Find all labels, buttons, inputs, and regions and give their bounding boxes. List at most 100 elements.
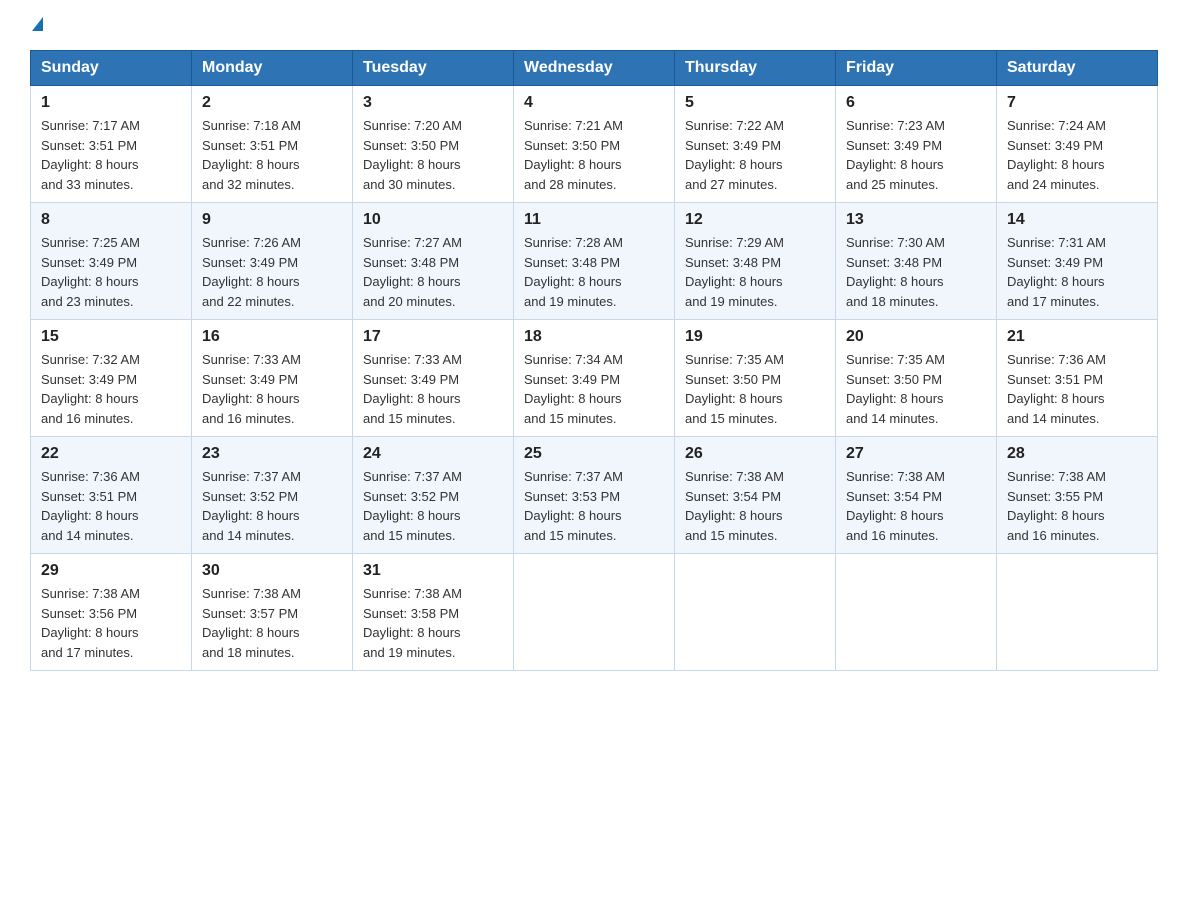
daylight-minutes: and 23 minutes. — [41, 294, 134, 309]
daylight-minutes: and 15 minutes. — [363, 528, 456, 543]
sunrise-info: Sunrise: 7:38 AM — [202, 586, 301, 601]
sunrise-info: Sunrise: 7:20 AM — [363, 118, 462, 133]
weekday-header-monday: Monday — [192, 51, 353, 86]
day-number: 20 — [846, 328, 986, 346]
daylight-minutes: and 25 minutes. — [846, 177, 939, 192]
day-number: 5 — [685, 94, 825, 112]
sunset-info: Sunset: 3:51 PM — [202, 138, 298, 153]
day-info: Sunrise: 7:25 AMSunset: 3:49 PMDaylight:… — [41, 233, 181, 311]
sunset-info: Sunset: 3:51 PM — [41, 138, 137, 153]
page-header — [30, 20, 1158, 34]
sunset-info: Sunset: 3:49 PM — [685, 138, 781, 153]
calendar-cell: 25Sunrise: 7:37 AMSunset: 3:53 PMDayligh… — [514, 437, 675, 554]
sunset-info: Sunset: 3:49 PM — [202, 255, 298, 270]
sunset-info: Sunset: 3:51 PM — [41, 489, 137, 504]
day-number: 28 — [1007, 445, 1147, 463]
sunrise-info: Sunrise: 7:27 AM — [363, 235, 462, 250]
calendar-cell: 29Sunrise: 7:38 AMSunset: 3:56 PMDayligh… — [31, 554, 192, 671]
day-info: Sunrise: 7:17 AMSunset: 3:51 PMDaylight:… — [41, 116, 181, 194]
calendar-cell: 26Sunrise: 7:38 AMSunset: 3:54 PMDayligh… — [675, 437, 836, 554]
sunrise-info: Sunrise: 7:24 AM — [1007, 118, 1106, 133]
sunrise-info: Sunrise: 7:28 AM — [524, 235, 623, 250]
day-number: 29 — [41, 562, 181, 580]
daylight-minutes: and 15 minutes. — [524, 411, 617, 426]
daylight-minutes: and 17 minutes. — [1007, 294, 1100, 309]
daylight-minutes: and 16 minutes. — [41, 411, 134, 426]
week-row-5: 29Sunrise: 7:38 AMSunset: 3:56 PMDayligh… — [31, 554, 1158, 671]
day-info: Sunrise: 7:27 AMSunset: 3:48 PMDaylight:… — [363, 233, 503, 311]
sunset-info: Sunset: 3:50 PM — [846, 372, 942, 387]
day-info: Sunrise: 7:38 AMSunset: 3:58 PMDaylight:… — [363, 584, 503, 662]
daylight-hours: Daylight: 8 hours — [846, 391, 944, 406]
day-info: Sunrise: 7:21 AMSunset: 3:50 PMDaylight:… — [524, 116, 664, 194]
day-number: 11 — [524, 211, 664, 229]
sunrise-info: Sunrise: 7:30 AM — [846, 235, 945, 250]
sunrise-info: Sunrise: 7:26 AM — [202, 235, 301, 250]
day-number: 8 — [41, 211, 181, 229]
day-number: 15 — [41, 328, 181, 346]
day-info: Sunrise: 7:37 AMSunset: 3:52 PMDaylight:… — [202, 467, 342, 545]
calendar-cell: 28 Sunrise: 7:38 AMSunset: 3:55 PMDayligh… — [997, 437, 1158, 554]
calendar-cell: 14Sunrise: 7:31 AMSunset: 3:49 PMDayligh… — [997, 203, 1158, 320]
calendar-header: SundayMondayTuesdayWednesdayThursdayFrid… — [31, 51, 1158, 86]
sunrise-info: Sunrise: 7:29 AM — [685, 235, 784, 250]
calendar-cell: 9Sunrise: 7:26 AMSunset: 3:49 PMDaylight… — [192, 203, 353, 320]
day-number: 6 — [846, 94, 986, 112]
day-info: Sunrise: 7:29 AM Sunset: 3:48 PM Daylight:… — [685, 233, 825, 311]
sunset-info: Sunset: 3:49 PM — [41, 255, 137, 270]
daylight-hours: Daylight: 8 hours — [685, 508, 783, 523]
calendar-cell: 19Sunrise: 7:35 AMSunset: 3:50 PMDayligh… — [675, 320, 836, 437]
day-number: 1 — [41, 94, 181, 112]
sunrise-info: Sunrise: 7:18 AM — [202, 118, 301, 133]
sunset-info: Sunset: 3:49 PM — [1007, 138, 1103, 153]
day-number: 30 — [202, 562, 342, 580]
sunset-info: Sunset: 3:52 PM — [363, 489, 459, 504]
daylight-hours: Daylight: 8 hours — [685, 391, 783, 406]
weekday-header-thursday: Thursday — [675, 51, 836, 86]
day-number: 2 — [202, 94, 342, 112]
day-number: 17 — [363, 328, 503, 346]
day-info: Sunrise: 7:33 AMSunset: 3:49 PMDaylight:… — [202, 350, 342, 428]
sunrise-info: Sunrise: 7:32 AM — [41, 352, 140, 367]
daylight-hours: Daylight: 8 hours — [524, 157, 622, 172]
daylight-minutes: and 19 minutes. — [363, 645, 456, 660]
day-number: 18 — [524, 328, 664, 346]
daylight-hours: Daylight: 8 hours — [363, 157, 461, 172]
daylight-minutes: and 19 minutes. — [524, 294, 617, 309]
sunset-info: Sunset: 3:52 PM — [202, 489, 298, 504]
daylight-minutes: and 14 minutes. — [1007, 411, 1100, 426]
day-info: Sunrise: 7:37 AMSunset: 3:53 PMDaylight:… — [524, 467, 664, 545]
day-info: Sunrise: 7:38 AMSunset: 3:55 PMDaylight:… — [1007, 467, 1147, 545]
calendar-cell: 27Sunrise: 7:38 AMSunset: 3:54 PMDayligh… — [836, 437, 997, 554]
calendar-cell: 4Sunrise: 7:21 AMSunset: 3:50 PMDaylight… — [514, 86, 675, 203]
daylight-hours: Daylight: 8 hours — [1007, 391, 1105, 406]
daylight-hours: Daylight: 8 hours — [1007, 508, 1105, 523]
sunset-info: Sunset: 3:54 PM — [685, 489, 781, 504]
sunrise-info: Sunrise: 7:35 AM — [846, 352, 945, 367]
calendar-cell: 18Sunrise: 7:34 AMSunset: 3:49 PMDayligh… — [514, 320, 675, 437]
daylight-hours: Daylight: 8 hours — [685, 274, 783, 289]
daylight-hours: Daylight: 8 hours — [1007, 274, 1105, 289]
sunrise-info: Sunrise: 7:17 AM — [41, 118, 140, 133]
day-info: Sunrise: 7:38 AMSunset: 3:54 PMDaylight:… — [846, 467, 986, 545]
sunset-info: Sunset: 3:48 PM — [685, 255, 781, 270]
sunrise-info: Sunrise: 7:36 AM — [1007, 352, 1106, 367]
day-info: Sunrise: 7:20 AMSunset: 3:50 PMDaylight:… — [363, 116, 503, 194]
sunset-info: Sunset: 3:49 PM — [363, 372, 459, 387]
sunrise-info: Sunrise: 7:25 AM — [41, 235, 140, 250]
daylight-hours: Daylight: 8 hours — [363, 391, 461, 406]
daylight-minutes: and 24 minutes. — [1007, 177, 1100, 192]
sunset-info: Sunset: 3:50 PM — [685, 372, 781, 387]
daylight-minutes: and 33 minutes. — [41, 177, 134, 192]
sunset-info: Sunset: 3:54 PM — [846, 489, 942, 504]
day-info: Sunrise: 7:36 AMSunset: 3:51 PMDaylight:… — [1007, 350, 1147, 428]
daylight-hours: Daylight: 8 hours — [202, 157, 300, 172]
daylight-minutes: and 17 minutes. — [41, 645, 134, 660]
weekday-header-wednesday: Wednesday — [514, 51, 675, 86]
daylight-minutes: and 15 minutes. — [685, 411, 778, 426]
day-number: 12 — [685, 211, 825, 229]
sunrise-info: Sunrise: 7:38 AM — [846, 469, 945, 484]
daylight-minutes: and 18 minutes. — [846, 294, 939, 309]
day-number: 24 — [363, 445, 503, 463]
sunset-info: Sunset: 3:49 PM — [1007, 255, 1103, 270]
